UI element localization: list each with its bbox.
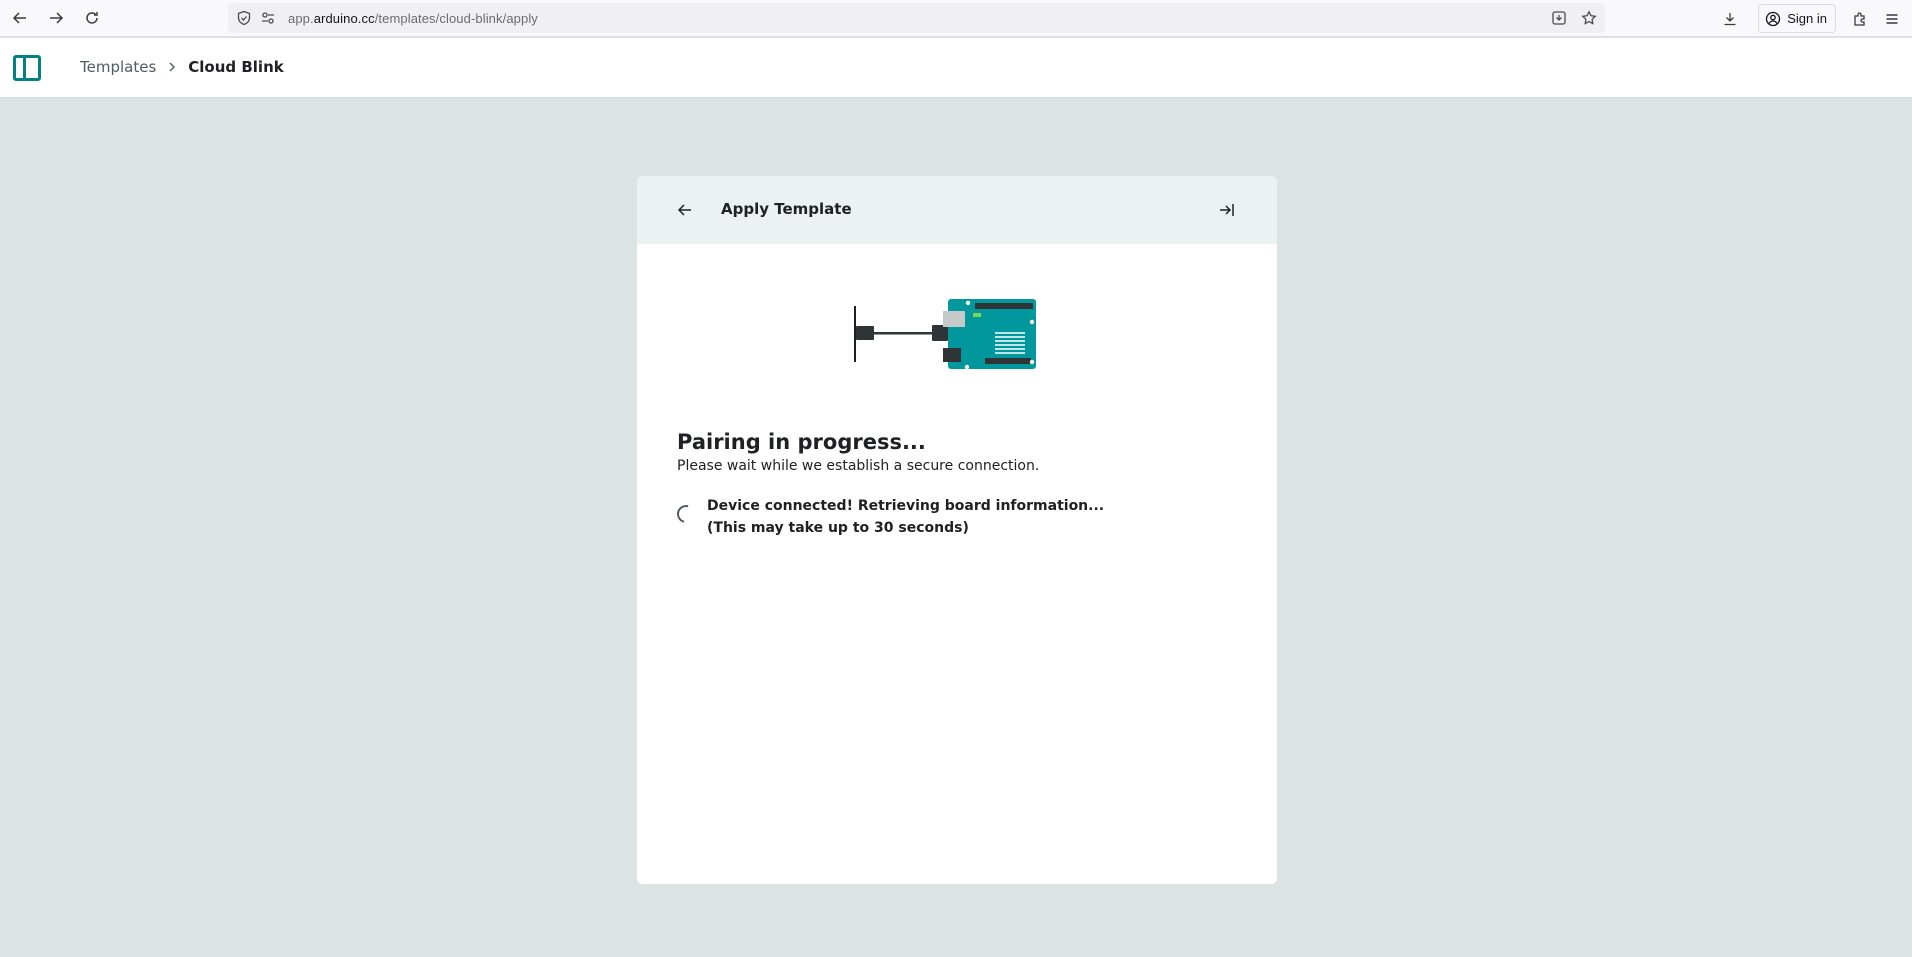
- downloads-button[interactable]: [1714, 3, 1746, 35]
- exit-icon: [1220, 204, 1234, 216]
- pairing-title: Pairing in progress...: [677, 430, 926, 454]
- usb-plug-right: [932, 325, 948, 341]
- breadcrumb-current: Cloud Blink: [188, 58, 284, 76]
- usb-cable: [874, 332, 932, 335]
- power-jack: [943, 348, 961, 362]
- board-usb-illustration: [854, 299, 1036, 370]
- status-line-1: Device connected! Retrieving board infor…: [707, 498, 1105, 514]
- usb-port: [943, 311, 965, 327]
- pairing-subtitle: Please wait while we establish a secure …: [677, 458, 1040, 474]
- bookmark-star-icon[interactable]: [1581, 10, 1597, 26]
- sign-in-label: Sign in: [1787, 11, 1827, 26]
- computer-edge: [854, 306, 856, 362]
- bottom-header-strip: [985, 358, 1031, 364]
- url-prefix: app.: [288, 10, 314, 26]
- puzzle-icon: [1854, 11, 1865, 26]
- exit-button[interactable]: [1217, 200, 1237, 220]
- extensions-button[interactable]: [1844, 3, 1876, 35]
- loading-spinner-icon: [673, 501, 699, 527]
- back-button[interactable]: [675, 200, 695, 220]
- card-header: Apply Template: [637, 176, 1277, 244]
- top-header-strip: [975, 303, 1033, 309]
- arrow-right-icon: [50, 12, 64, 24]
- arrow-left-icon: [677, 204, 691, 216]
- app-header: Templates Cloud Blink: [0, 38, 1912, 98]
- apply-template-card: Apply Template Pairing in progress... Pl…: [637, 176, 1277, 884]
- browser-reload-button[interactable]: [76, 2, 108, 34]
- usb-plug-left: [856, 326, 874, 340]
- mount-hole: [1029, 359, 1035, 365]
- led: [973, 313, 981, 317]
- browser-toolbar: app.arduino.cc/templates/cloud-blink/app…: [0, 0, 1912, 37]
- url-text[interactable]: app.arduino.cc/templates/cloud-blink/app…: [288, 11, 538, 26]
- mount-hole: [964, 364, 970, 370]
- arrow-left-icon: [12, 12, 26, 24]
- shield-icon[interactable]: [236, 10, 252, 26]
- status-line-2: (This may take up to 30 seconds): [707, 520, 969, 536]
- site-permissions-icon[interactable]: [260, 10, 276, 26]
- save-to-pocket-icon[interactable]: [1551, 10, 1567, 26]
- chevron-right-icon: [166, 61, 178, 73]
- mount-hole: [965, 300, 971, 306]
- pairing-status: Device connected! Retrieving board infor…: [673, 495, 1104, 539]
- card-title: Apply Template: [721, 200, 852, 218]
- app-menu-button[interactable]: [1876, 3, 1908, 35]
- status-message: Device connected! Retrieving board infor…: [707, 495, 1104, 539]
- browser-forward-button[interactable]: [40, 2, 72, 34]
- download-icon: [1724, 12, 1736, 25]
- breadcrumb-templates-link[interactable]: Templates: [80, 58, 156, 76]
- mount-hole: [1029, 319, 1035, 325]
- account-icon: [1766, 11, 1781, 26]
- url-domain: arduino.cc: [313, 10, 375, 26]
- browser-back-button[interactable]: [4, 2, 36, 34]
- sign-in-button[interactable]: Sign in: [1758, 4, 1836, 33]
- hamburger-menu-icon: [1886, 13, 1898, 24]
- url-path: /templates/cloud-blink/apply: [374, 10, 538, 26]
- reload-icon: [86, 12, 98, 24]
- address-bar[interactable]: app.arduino.cc/templates/cloud-blink/app…: [228, 3, 1605, 33]
- breadcrumb: Templates Cloud Blink: [80, 58, 284, 76]
- sidebar-toggle-icon[interactable]: [13, 55, 41, 81]
